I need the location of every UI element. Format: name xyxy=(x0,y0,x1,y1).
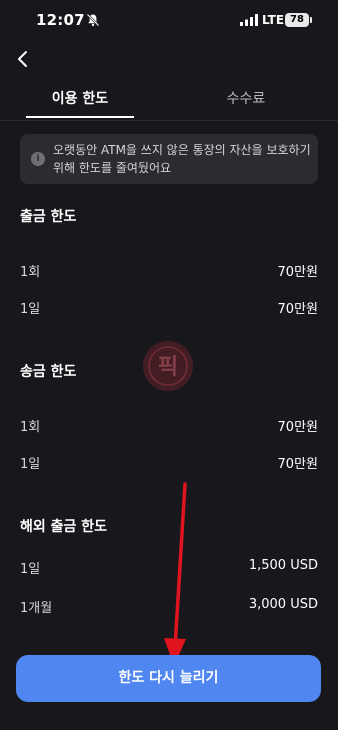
tab-fees[interactable]: 수수료 xyxy=(196,88,296,108)
app-screen: 12:07 LTE 78 이용 한도 수수료 i 오랫동안 ATM을 쓰지 않은… xyxy=(0,0,338,730)
back-button[interactable] xyxy=(10,46,34,72)
signal-icon xyxy=(240,14,258,26)
row-value: 1,500 USD xyxy=(248,558,318,573)
active-tab-indicator xyxy=(26,116,134,118)
row-label: 1개월 xyxy=(20,601,53,616)
annotation-arrow xyxy=(164,482,187,666)
row-label: 1일 xyxy=(20,457,41,472)
section-title-transfer: 송금 한도 xyxy=(20,364,77,380)
bell-off-icon xyxy=(86,13,100,27)
watermark-logo: 픽 xyxy=(143,341,193,391)
network-type: LTE xyxy=(262,13,285,27)
notice-text: 오랫동안 ATM을 쓰지 않은 통장의 자산을 보호하기 위해 한도를 줄여뒀어… xyxy=(53,143,311,175)
tab-usage-limit[interactable]: 이용 한도 xyxy=(26,88,134,108)
row-label: 1일 xyxy=(20,302,41,317)
status-bar: 12:07 LTE 78 xyxy=(0,0,338,42)
tab-bar: 이용 한도 수수료 xyxy=(0,80,338,121)
row-label: 1회 xyxy=(20,420,41,435)
row-value: 70만원 xyxy=(277,265,318,280)
info-icon: i xyxy=(31,152,45,166)
row-label: 1일 xyxy=(20,562,41,577)
row-label: 1회 xyxy=(20,265,41,280)
battery-tip xyxy=(310,17,312,23)
chevron-left-icon xyxy=(18,51,27,67)
row-value: 3,000 USD xyxy=(248,597,318,612)
battery-level: 78 xyxy=(285,13,309,27)
row-value: 70만원 xyxy=(277,420,318,435)
notice-banner: i 오랫동안 ATM을 쓰지 않은 통장의 자산을 보호하기 위해 한도를 줄여… xyxy=(20,134,318,184)
section-title-overseas: 해외 출금 한도 xyxy=(20,519,108,535)
watermark-text: 픽 xyxy=(158,355,178,380)
row-value: 70만원 xyxy=(277,302,318,317)
increase-limit-button[interactable]: 한도 다시 늘리기 xyxy=(16,655,321,702)
section-title-withdrawal: 출금 한도 xyxy=(20,209,77,225)
row-value: 70만원 xyxy=(277,457,318,472)
status-time: 12:07 xyxy=(36,11,85,29)
